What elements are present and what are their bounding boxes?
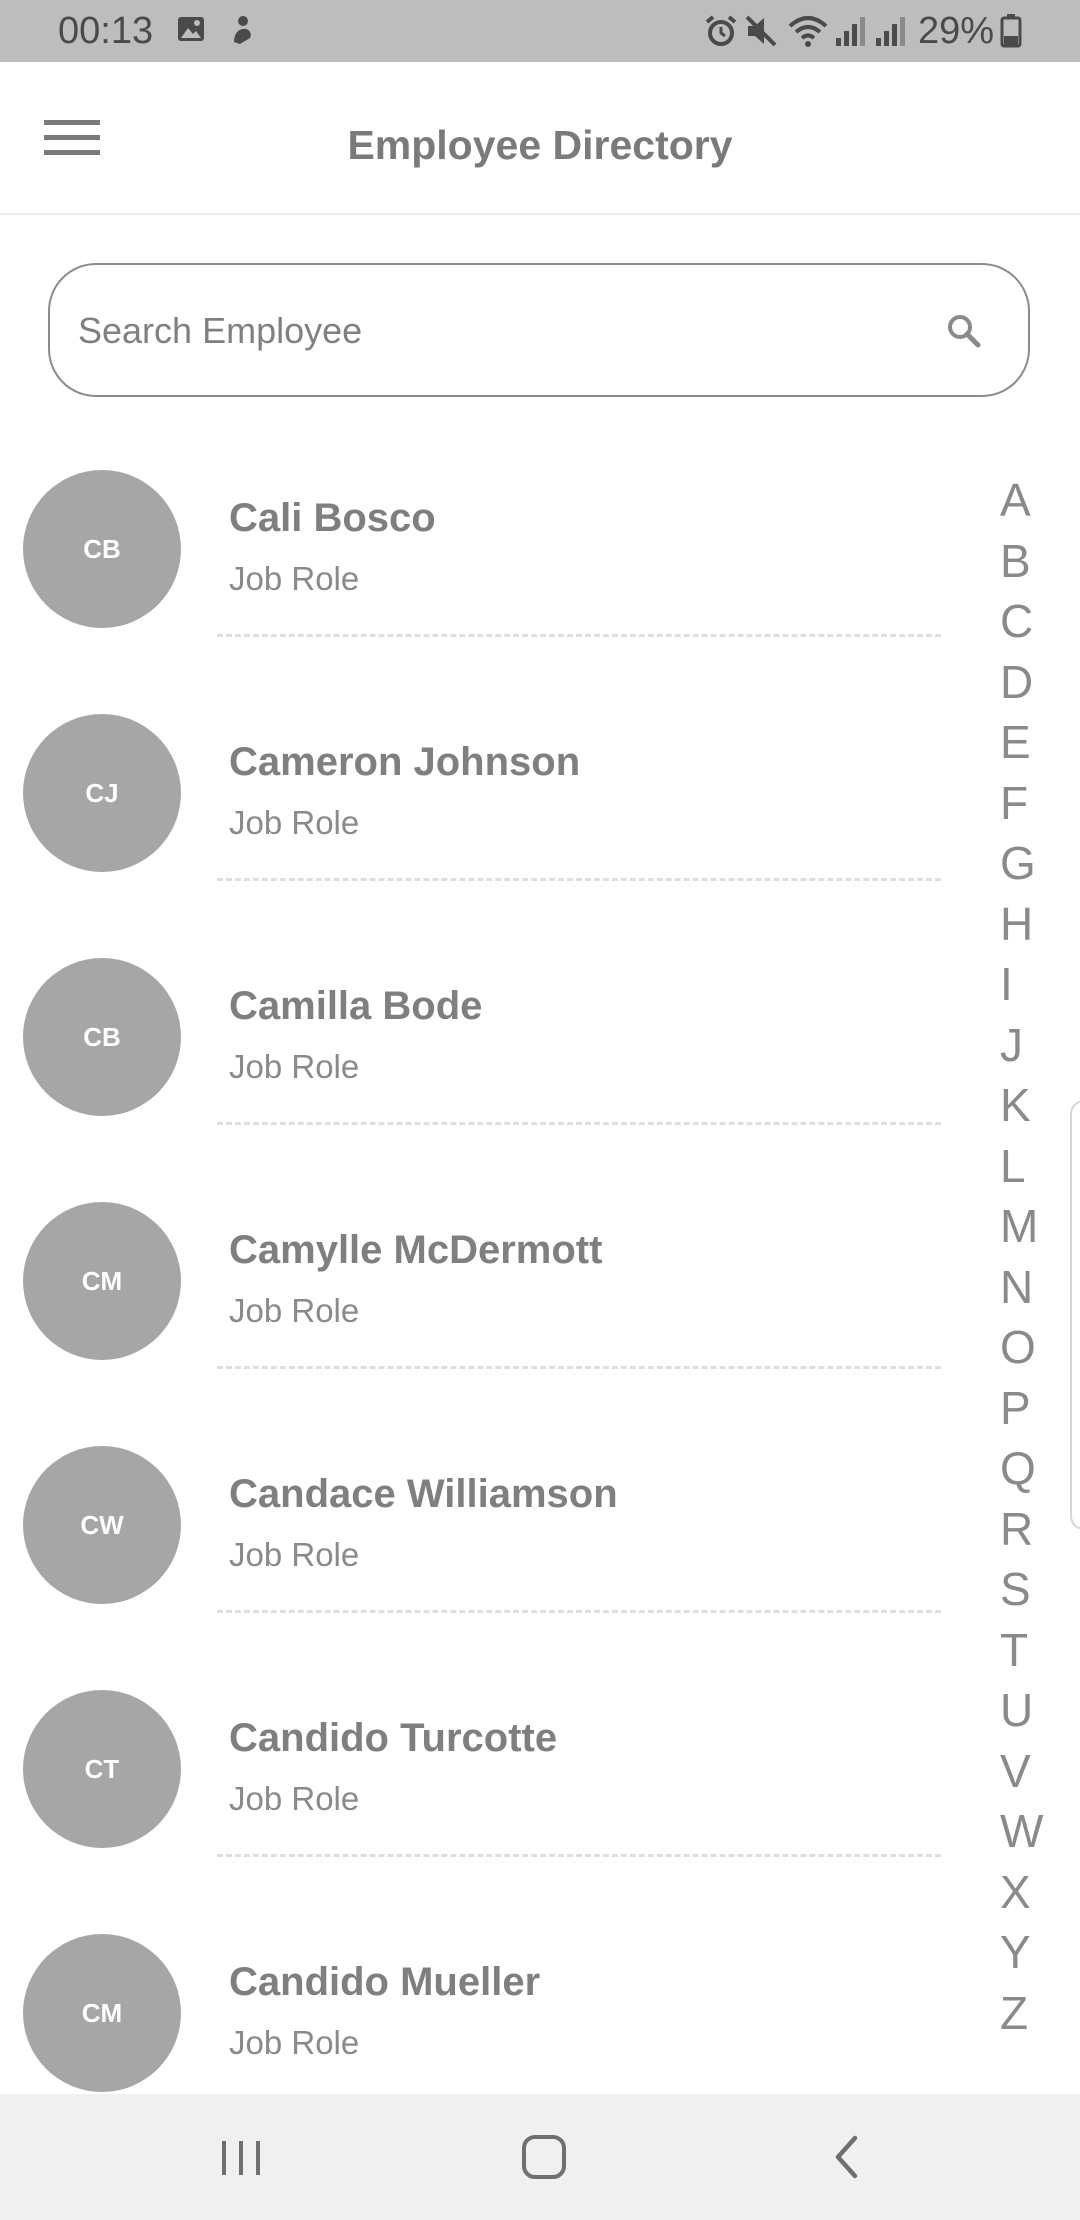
employee-name: Cali Bosco: [229, 496, 436, 540]
avatar: CT: [23, 1690, 181, 1848]
avatar: CW: [23, 1446, 181, 1604]
employee-name: Candace Williamson: [229, 1472, 618, 1516]
employee-name: Camilla Bode: [229, 984, 483, 1028]
alphabet-index-letter[interactable]: T: [1000, 1620, 1060, 1681]
alphabet-index-letter[interactable]: Y: [1000, 1922, 1060, 1983]
alarm-icon: [705, 15, 737, 46]
employee-role: Job Role: [229, 1048, 360, 1085]
list-item[interactable]: CW Candace Williamson Job Role: [0, 1446, 960, 1690]
avatar: CJ: [23, 714, 181, 872]
divider: [217, 634, 941, 637]
status-bar: 00:13 29%: [0, 0, 1080, 62]
alphabet-index-letter[interactable]: N: [1000, 1257, 1060, 1318]
divider: [217, 1610, 941, 1613]
page-title: Employee Directory: [347, 122, 733, 168]
employee-name: Camylle McDermott: [229, 1228, 603, 1272]
alphabet-index-letter[interactable]: I: [1000, 954, 1060, 1015]
search-icon[interactable]: [944, 311, 988, 355]
alphabet-index-letter[interactable]: P: [1000, 1378, 1060, 1439]
employee-list: CB Cali Bosco Job Role CJ Cameron Johnso…: [0, 470, 960, 2178]
alphabet-index-letter[interactable]: A: [1000, 470, 1060, 531]
employee-name: Candido Turcotte: [229, 1716, 558, 1760]
divider: [217, 1854, 941, 1857]
alphabet-index-letter[interactable]: S: [1000, 1559, 1060, 1620]
employee-role: Job Role: [229, 1292, 360, 1329]
recent-apps-icon[interactable]: [196, 2122, 286, 2192]
alphabet-index[interactable]: ABCDEFGHIJKLMNOPQRSTUVWXYZ: [1000, 470, 1060, 2043]
home-icon[interactable]: [499, 2122, 589, 2192]
list-item[interactable]: CM Camylle McDermott Job Role: [0, 1202, 960, 1446]
avatar: CB: [23, 470, 181, 628]
system-nav-bar: [0, 2094, 1080, 2220]
back-icon[interactable]: [802, 2122, 892, 2192]
avatar: CB: [23, 958, 181, 1116]
list-item[interactable]: CJ Cameron Johnson Job Role: [0, 714, 960, 958]
alphabet-index-letter[interactable]: H: [1000, 894, 1060, 955]
alphabet-index-letter[interactable]: C: [1000, 591, 1060, 652]
employee-role: Job Role: [229, 1780, 360, 1817]
divider: [217, 1122, 941, 1125]
alphabet-index-letter[interactable]: V: [1000, 1741, 1060, 1802]
list-item[interactable]: CT Candido Turcotte Job Role: [0, 1690, 960, 1934]
signal-icon: [876, 17, 905, 46]
alphabet-index-letter[interactable]: Z: [1000, 1983, 1060, 2044]
divider: [217, 878, 941, 881]
alphabet-index-letter[interactable]: J: [1000, 1015, 1060, 1076]
avatar: CM: [23, 1202, 181, 1360]
employee-name: Cameron Johnson: [229, 740, 581, 784]
battery-icon: [1000, 14, 1022, 48]
alphabet-index-letter[interactable]: W: [1000, 1801, 1060, 1862]
list-item[interactable]: CB Cali Bosco Job Role: [0, 470, 960, 714]
alphabet-index-letter[interactable]: F: [1000, 773, 1060, 834]
alphabet-index-letter[interactable]: X: [1000, 1862, 1060, 1923]
alphabet-index-letter[interactable]: O: [1000, 1317, 1060, 1378]
alphabet-index-letter[interactable]: G: [1000, 833, 1060, 894]
employee-role: Job Role: [229, 560, 360, 597]
scroll-handle[interactable]: [1070, 1100, 1080, 1530]
app-bar: Employee Directory: [0, 62, 1080, 215]
wifi-icon: [788, 16, 828, 47]
alphabet-index-letter[interactable]: D: [1000, 652, 1060, 713]
alphabet-index-letter[interactable]: E: [1000, 712, 1060, 773]
employee-role: Job Role: [229, 1536, 360, 1573]
avatar: CM: [23, 1934, 181, 2092]
mute-icon: [745, 15, 777, 47]
list-item[interactable]: CB Camilla Bode Job Role: [0, 958, 960, 1202]
alphabet-index-letter[interactable]: M: [1000, 1196, 1060, 1257]
alphabet-index-letter[interactable]: K: [1000, 1075, 1060, 1136]
alphabet-index-letter[interactable]: Q: [1000, 1438, 1060, 1499]
employee-role: Job Role: [229, 804, 360, 841]
app-notification-icon: [234, 16, 251, 44]
signal-icon: [836, 17, 865, 46]
divider: [217, 1366, 941, 1369]
alphabet-index-letter[interactable]: L: [1000, 1136, 1060, 1197]
employee-role: Job Role: [229, 2024, 360, 2061]
search-input[interactable]: [78, 289, 938, 373]
gallery-icon: [178, 17, 204, 41]
search-box[interactable]: [48, 263, 1030, 397]
alphabet-index-letter[interactable]: R: [1000, 1499, 1060, 1560]
employee-name: Candido Mueller: [229, 1960, 541, 2004]
status-time: 00:13: [58, 10, 154, 52]
alphabet-index-letter[interactable]: B: [1000, 531, 1060, 592]
battery-percent: 29%: [918, 10, 995, 52]
alphabet-index-letter[interactable]: U: [1000, 1680, 1060, 1741]
